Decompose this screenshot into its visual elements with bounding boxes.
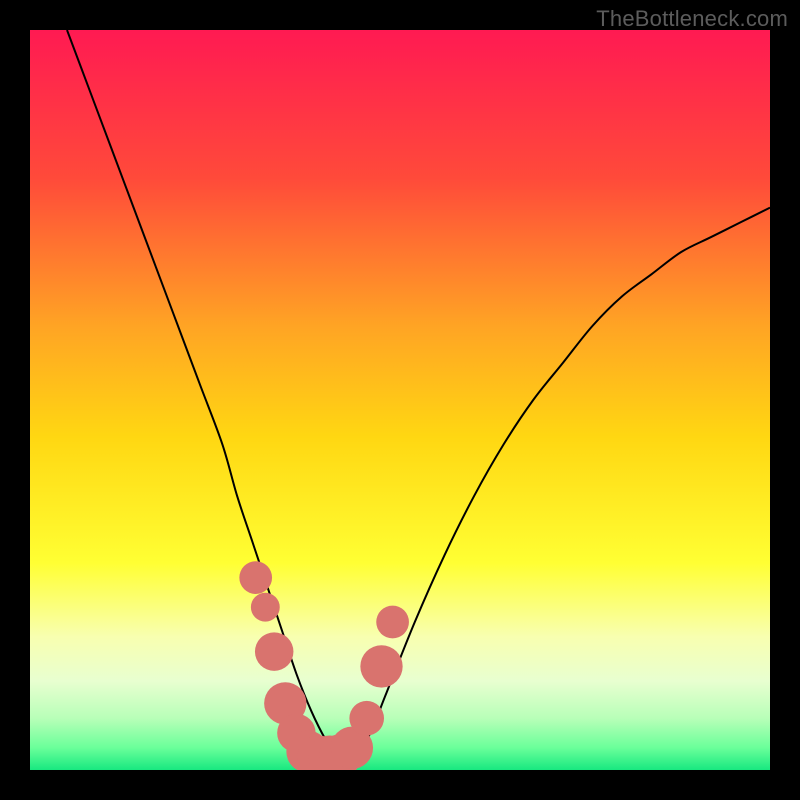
bottleneck-chart: [30, 30, 770, 770]
highlight-dot: [349, 701, 384, 736]
highlight-dot: [360, 645, 402, 687]
plot-area: [30, 30, 770, 770]
highlight-dot: [251, 593, 280, 622]
chart-frame: TheBottleneck.com: [0, 0, 800, 800]
highlight-dot: [239, 561, 272, 594]
highlight-dot: [255, 632, 293, 670]
highlight-dot: [376, 606, 409, 639]
watermark-label: TheBottleneck.com: [596, 6, 788, 32]
